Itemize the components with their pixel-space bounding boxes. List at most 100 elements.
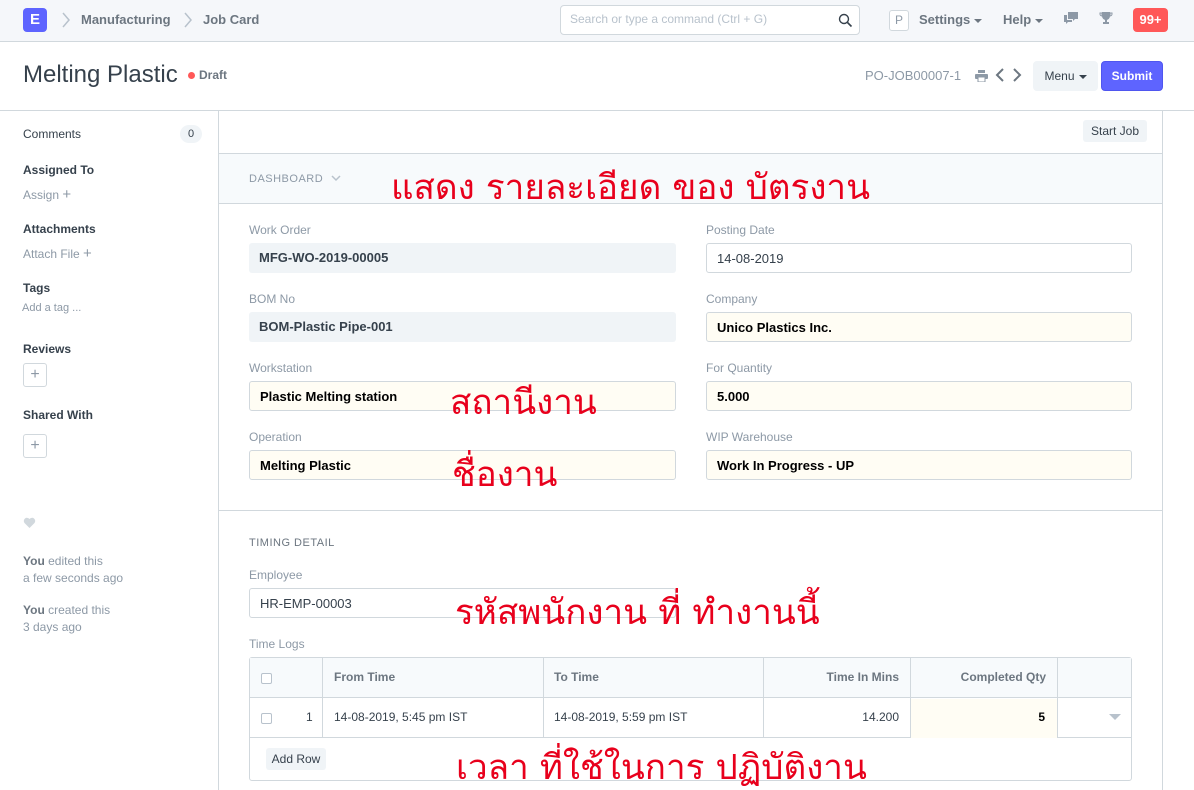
print-icon[interactable] (975, 70, 988, 82)
page-title: Melting Plastic (23, 61, 178, 88)
activity-item: You edited this (23, 554, 103, 568)
for-quantity-label: For Quantity (706, 361, 773, 375)
navbar: E Manufacturing Job Card P Settings Help… (0, 0, 1194, 42)
cell-completed-qty[interactable]: 5 (1038, 710, 1045, 724)
row-checkbox[interactable] (261, 713, 272, 724)
dashboard-label[interactable]: DASHBOARD (249, 173, 323, 185)
column-divider (543, 658, 544, 738)
search-box (560, 5, 860, 35)
activity-action: edited this (44, 554, 103, 568)
row-index: 1 (306, 710, 313, 724)
bom-no-field: BOM-Plastic Pipe-001 (249, 312, 676, 342)
chevron-right-icon (184, 12, 192, 28)
document-name: PO-JOB00007-1 (865, 68, 962, 83)
column-header-to-time: To Time (554, 670, 599, 684)
help-label: Help (1003, 12, 1032, 27)
app-logo[interactable]: E (23, 8, 47, 32)
column-header-completed-qty: Completed Qty (960, 670, 1046, 684)
plus-icon: + (62, 186, 72, 203)
annotation-employee: รหัสพนักงาน ที่ ทำงานนี้ (455, 593, 820, 633)
cell-to-time[interactable]: 14-08-2019, 5:59 pm IST (554, 710, 687, 724)
annotation-time-logs: เวลา ที่ใช้ในการ ปฏิบัติงาน (456, 748, 867, 788)
column-divider (910, 658, 911, 738)
caret-down-icon (1035, 18, 1044, 23)
activity-time: 3 days ago (23, 620, 82, 634)
heart-icon[interactable] (23, 517, 36, 529)
time-logs-label: Time Logs (249, 637, 305, 651)
breadcrumb-manufacturing[interactable]: Manufacturing (81, 12, 171, 27)
sidebar-shared-label: Shared With (23, 408, 93, 422)
workstation-label: Workstation (249, 361, 313, 375)
chevron-right-icon (62, 12, 70, 28)
attach-file-link[interactable]: Attach File + (23, 245, 92, 262)
posting-date-label: Posting Date (706, 223, 775, 237)
chevron-down-icon[interactable] (331, 174, 341, 182)
column-divider (763, 658, 764, 738)
menu-button[interactable]: Menu (1033, 61, 1098, 91)
operation-label: Operation (249, 430, 302, 444)
assign-link-label: Assign (23, 188, 60, 202)
sidebar-comments-label[interactable]: Comments (23, 127, 81, 141)
status-badge: Draft (199, 68, 228, 82)
status-indicator-dot (188, 72, 195, 79)
add-review-button[interactable]: + (23, 363, 47, 387)
submit-button[interactable]: Submit (1101, 61, 1163, 91)
column-divider (322, 658, 323, 738)
wip-warehouse-label: WIP Warehouse (706, 430, 793, 444)
search-input[interactable] (570, 12, 830, 26)
activity-user: You (23, 603, 45, 617)
row-expand-icon[interactable] (1109, 714, 1121, 721)
attach-file-label: Attach File (23, 247, 80, 261)
annotation-dashboard: แสดง รายละเอียด ของ บัตรงาน (391, 168, 870, 208)
work-order-label: Work Order (249, 223, 311, 237)
chat-icon[interactable] (1063, 11, 1079, 25)
comments-count: 0 (180, 125, 202, 143)
work-order-field: MFG-WO-2019-00005 (249, 243, 676, 273)
next-doc-icon[interactable] (1012, 68, 1022, 82)
notification-badge[interactable]: 99+ (1133, 8, 1168, 32)
bom-no-label: BOM No (249, 292, 296, 306)
sidebar-reviews-label: Reviews (23, 342, 72, 356)
section-divider (219, 510, 1162, 511)
settings-dropdown[interactable]: Settings (919, 12, 983, 27)
sidebar-attachments-label: Attachments (23, 222, 96, 236)
caret-down-icon (1078, 74, 1087, 79)
add-tag-link[interactable]: Add a tag ... (22, 302, 81, 314)
wip-warehouse-field[interactable]: Work In Progress - UP (706, 450, 1132, 480)
annotation-operation: ชื่องาน (452, 455, 558, 495)
annotation-workstation: สถานีงาน (450, 383, 597, 423)
cell-from-time[interactable]: 14-08-2019, 5:45 pm IST (334, 710, 467, 724)
select-all-checkbox[interactable] (261, 673, 272, 684)
user-avatar[interactable]: P (889, 10, 909, 31)
activity-item: You created this (23, 603, 110, 617)
help-dropdown[interactable]: Help (1003, 12, 1044, 27)
activity-user: You (23, 554, 45, 568)
timing-detail-heading: TIMING DETAIL (249, 537, 335, 549)
company-field[interactable]: Unico Plastics Inc. (706, 312, 1132, 342)
add-share-button[interactable]: + (23, 434, 47, 458)
sidebar-tags-label: Tags (23, 281, 51, 295)
column-header-time-in-mins: Time In Mins (826, 670, 899, 684)
caret-down-icon (974, 18, 983, 23)
for-quantity-field[interactable]: 5.000 (706, 381, 1132, 411)
cell-time-in-mins[interactable]: 14.200 (862, 710, 899, 724)
add-row-button[interactable]: Add Row (266, 748, 326, 770)
completed-qty-cell-bg (911, 699, 1058, 738)
start-job-button[interactable]: Start Job (1083, 120, 1147, 142)
previous-doc-icon[interactable] (995, 68, 1005, 82)
posting-date-field[interactable]: 14-08-2019 (706, 243, 1132, 273)
company-label: Company (706, 292, 758, 306)
column-divider (1057, 658, 1058, 738)
employee-label: Employee (249, 568, 303, 582)
column-header-from-time: From Time (334, 670, 396, 684)
trophy-icon[interactable] (1099, 11, 1113, 25)
breadcrumb-job-card[interactable]: Job Card (203, 12, 259, 27)
activity-action: created this (44, 603, 111, 617)
settings-label: Settings (919, 12, 971, 27)
menu-button-label: Menu (1044, 69, 1075, 83)
search-icon[interactable] (838, 13, 853, 28)
sidebar-assigned-label: Assigned To (23, 163, 95, 177)
plus-icon: + (83, 245, 92, 262)
activity-time: a few seconds ago (23, 571, 124, 585)
assign-link[interactable]: Assign + (23, 186, 71, 203)
